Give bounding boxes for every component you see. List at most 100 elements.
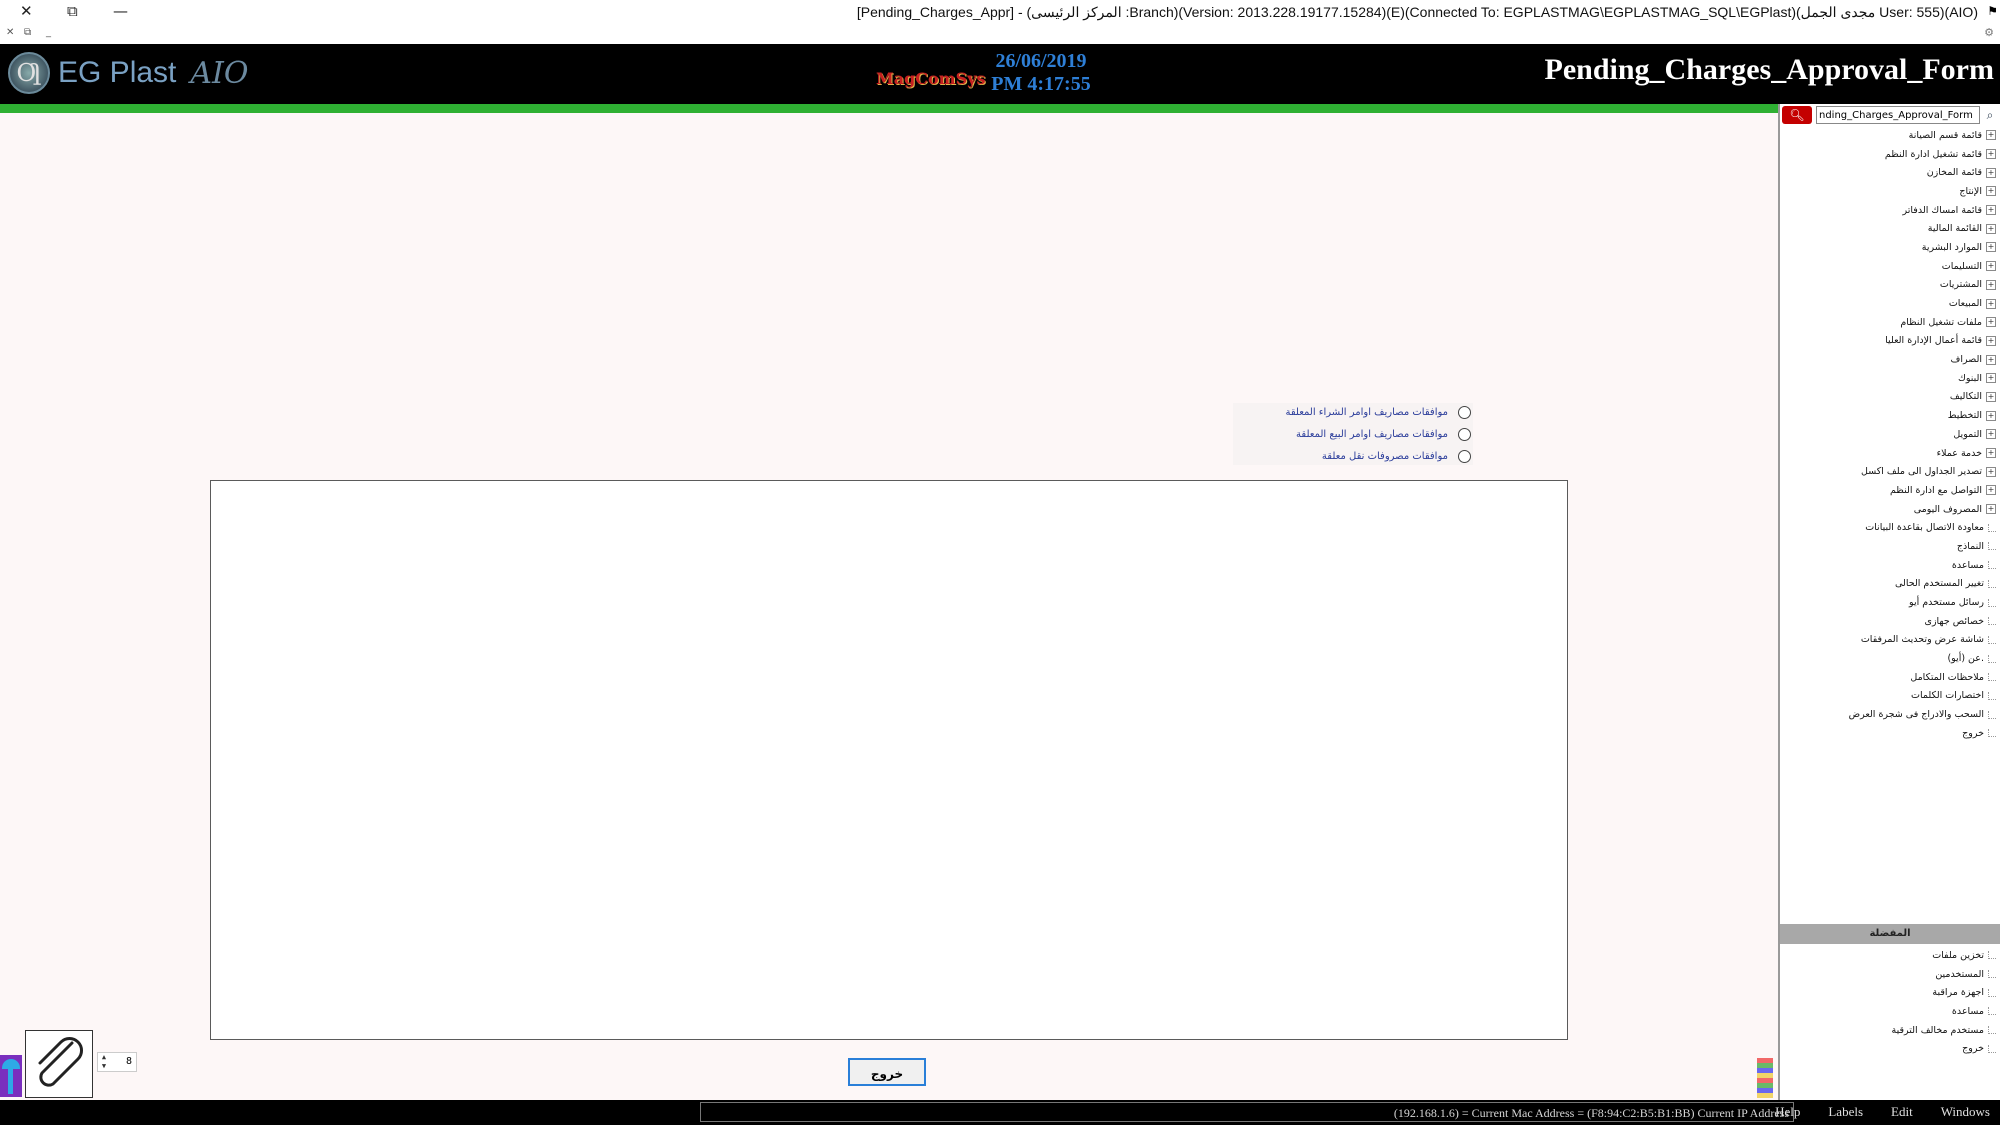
tree-item-label: البنوك <box>1957 372 1982 384</box>
tree-item[interactable]: خصائص جهازى <box>1780 612 2000 631</box>
tree-item[interactable]: رسائل مستخدم أيو <box>1780 593 2000 612</box>
radio-button[interactable] <box>1458 449 1471 463</box>
spin-up-icon[interactable]: ▲ <box>99 1053 109 1061</box>
tree-item[interactable]: القائمة المالية + <box>1780 219 2000 238</box>
close-icon[interactable]: ✕ <box>20 2 33 20</box>
magnifier-icon[interactable]: ⌕ <box>1982 106 1998 124</box>
tree-item[interactable]: التواصل مع ادارة النظم + <box>1780 481 2000 500</box>
favorite-item[interactable]: المستخدمين <box>1780 965 2000 984</box>
tree-item[interactable]: معاودة الاتصال بقاعدة البيانات <box>1780 518 2000 537</box>
tree-item[interactable]: التسليمات + <box>1780 257 2000 276</box>
expand-icon[interactable]: + <box>1986 149 1996 160</box>
tree-item[interactable]: البنوك + <box>1780 369 2000 388</box>
menu-search-input[interactable] <box>1816 106 1980 124</box>
attachments-count-spinner[interactable]: ▲ ▼ 8 <box>97 1052 137 1072</box>
left-dock-widget[interactable] <box>0 1055 22 1097</box>
radio-button[interactable] <box>1458 405 1471 419</box>
expand-icon[interactable]: + <box>1986 429 1996 440</box>
tree-line <box>1988 654 1996 663</box>
tree-item[interactable]: ملفات تشغيل النظام + <box>1780 313 2000 332</box>
expand-icon[interactable]: + <box>1986 130 1996 141</box>
tree-item[interactable]: خدمة عملاء + <box>1780 444 2000 463</box>
tree-item[interactable]: السحب والادراج فى شجرة العرض <box>1780 705 2000 724</box>
favorite-item[interactable]: مستخدم مخالف الترقية <box>1780 1021 2000 1040</box>
tree-item-label: خروج <box>1962 727 1984 739</box>
expand-icon[interactable]: + <box>1986 410 1996 421</box>
tree-item[interactable]: التخطيط + <box>1780 406 2000 425</box>
menu-windows[interactable]: Windows <box>1941 1104 1990 1120</box>
spin-down-icon[interactable]: ▼ <box>99 1062 109 1070</box>
favorite-item[interactable]: مساعدة <box>1780 1002 2000 1021</box>
radio-purchase-orders[interactable]: موافقات مصاريف اوامر الشراء المعلقة <box>1285 403 1473 421</box>
tree-item[interactable]: الإنتاج + <box>1780 182 2000 201</box>
tree-item-label: القائمة المالية <box>1927 223 1982 235</box>
settings-icon[interactable]: ⚙ <box>1984 26 1994 39</box>
favorite-item-label: مستخدم مخالف الترقية <box>1891 1024 1984 1036</box>
tree-item[interactable]: النماذج <box>1780 537 2000 556</box>
tree-item[interactable]: قائمة تشغيل ادارة النظم + <box>1780 145 2000 164</box>
tree-item[interactable]: خروج <box>1780 724 2000 743</box>
restore-icon[interactable]: ⧉ <box>67 2 78 20</box>
color-bar-widget[interactable] <box>1757 1058 1773 1098</box>
tree-item[interactable]: قائمة المخازن + <box>1780 163 2000 182</box>
menu-labels[interactable]: Labels <box>1828 1104 1863 1120</box>
tree-line <box>1988 579 1996 588</box>
expand-icon[interactable]: + <box>1986 335 1996 346</box>
expand-icon[interactable]: + <box>1986 279 1996 290</box>
favorite-item[interactable]: خروج <box>1780 1039 2000 1058</box>
data-grid[interactable] <box>210 480 1568 1040</box>
mdi-minimize-icon[interactable]: _ <box>46 27 51 38</box>
attachments-button[interactable] <box>25 1030 93 1098</box>
tree-item-label: مساعدة <box>1951 559 1984 571</box>
expand-icon[interactable]: + <box>1986 466 1996 477</box>
tree-item[interactable]: الصراف + <box>1780 350 2000 369</box>
tree-item[interactable]: تغيير المستخدم الحالى <box>1780 575 2000 594</box>
tree-item-label: التسليمات <box>1941 260 1982 272</box>
mdi-restore-icon[interactable]: ⧉ <box>24 27 31 38</box>
logo-emblem-icon: Ƣ <box>8 52 50 94</box>
radio-transport-charges[interactable]: موافقات مصروفات نقل معلقة <box>1322 447 1473 465</box>
tree-item[interactable]: المبيعات + <box>1780 294 2000 313</box>
expand-icon[interactable]: + <box>1986 373 1996 384</box>
expand-icon[interactable]: + <box>1986 448 1996 459</box>
expand-icon[interactable]: + <box>1986 485 1996 496</box>
menu-edit[interactable]: Edit <box>1891 1104 1913 1120</box>
tree-item[interactable]: اختصارات الكلمات <box>1780 687 2000 706</box>
expand-icon[interactable]: + <box>1986 242 1996 253</box>
expand-icon[interactable]: + <box>1986 298 1996 309</box>
tree-item[interactable]: التكاليف + <box>1780 388 2000 407</box>
favorite-item[interactable]: تخزين ملفات <box>1780 946 2000 965</box>
mdi-close-icon[interactable]: ✕ <box>6 27 14 38</box>
tree-item[interactable]: المصروف اليومى + <box>1780 500 2000 519</box>
expand-icon[interactable]: + <box>1986 223 1996 234</box>
tree-item-label: الإنتاج <box>1959 185 1982 197</box>
exit-button[interactable]: خروج <box>848 1058 926 1086</box>
minimize-icon[interactable]: — <box>113 2 128 20</box>
tree-item[interactable]: قائمة امساك الدفاتر + <box>1780 201 2000 220</box>
tree-item-label: خدمة عملاء <box>1936 447 1982 459</box>
tree-item-label: تصدير الجداول الى ملف اكسل <box>1861 466 1982 478</box>
tree-item[interactable]: مساعدة <box>1780 556 2000 575</box>
favorite-item[interactable]: اجهزة مراقبة <box>1780 983 2000 1002</box>
tree-item[interactable]: قائمة قسم الصيانة + <box>1780 126 2000 145</box>
search-button[interactable]: 🔍︎ <box>1782 106 1812 124</box>
expand-icon[interactable]: + <box>1986 261 1996 272</box>
tree-item[interactable]: قائمة أعمال الإدارة العليا + <box>1780 332 2000 351</box>
tree-item[interactable]: ملاحظات المتكامل <box>1780 668 2000 687</box>
tree-item[interactable]: الموارد البشرية + <box>1780 238 2000 257</box>
menu-help[interactable]: Help <box>1775 1104 1800 1120</box>
expand-icon[interactable]: + <box>1986 186 1996 197</box>
tree-item[interactable]: شاشة عرض وتحديث المرفقات <box>1780 631 2000 650</box>
radio-sales-orders[interactable]: موافقات مصاريف اوامر البيع المعلقة <box>1296 425 1473 443</box>
radio-button[interactable] <box>1458 427 1471 441</box>
expand-icon[interactable]: + <box>1986 205 1996 216</box>
expand-icon[interactable]: + <box>1986 317 1996 328</box>
tree-item[interactable]: التمويل + <box>1780 425 2000 444</box>
tree-item[interactable]: المشتريات + <box>1780 276 2000 295</box>
expand-icon[interactable]: + <box>1986 504 1996 515</box>
tree-item[interactable]: عن (أيو). <box>1780 649 2000 668</box>
tree-item[interactable]: تصدير الجداول الى ملف اكسل + <box>1780 462 2000 481</box>
expand-icon[interactable]: + <box>1986 167 1996 178</box>
expand-icon[interactable]: + <box>1986 354 1996 365</box>
expand-icon[interactable]: + <box>1986 391 1996 402</box>
